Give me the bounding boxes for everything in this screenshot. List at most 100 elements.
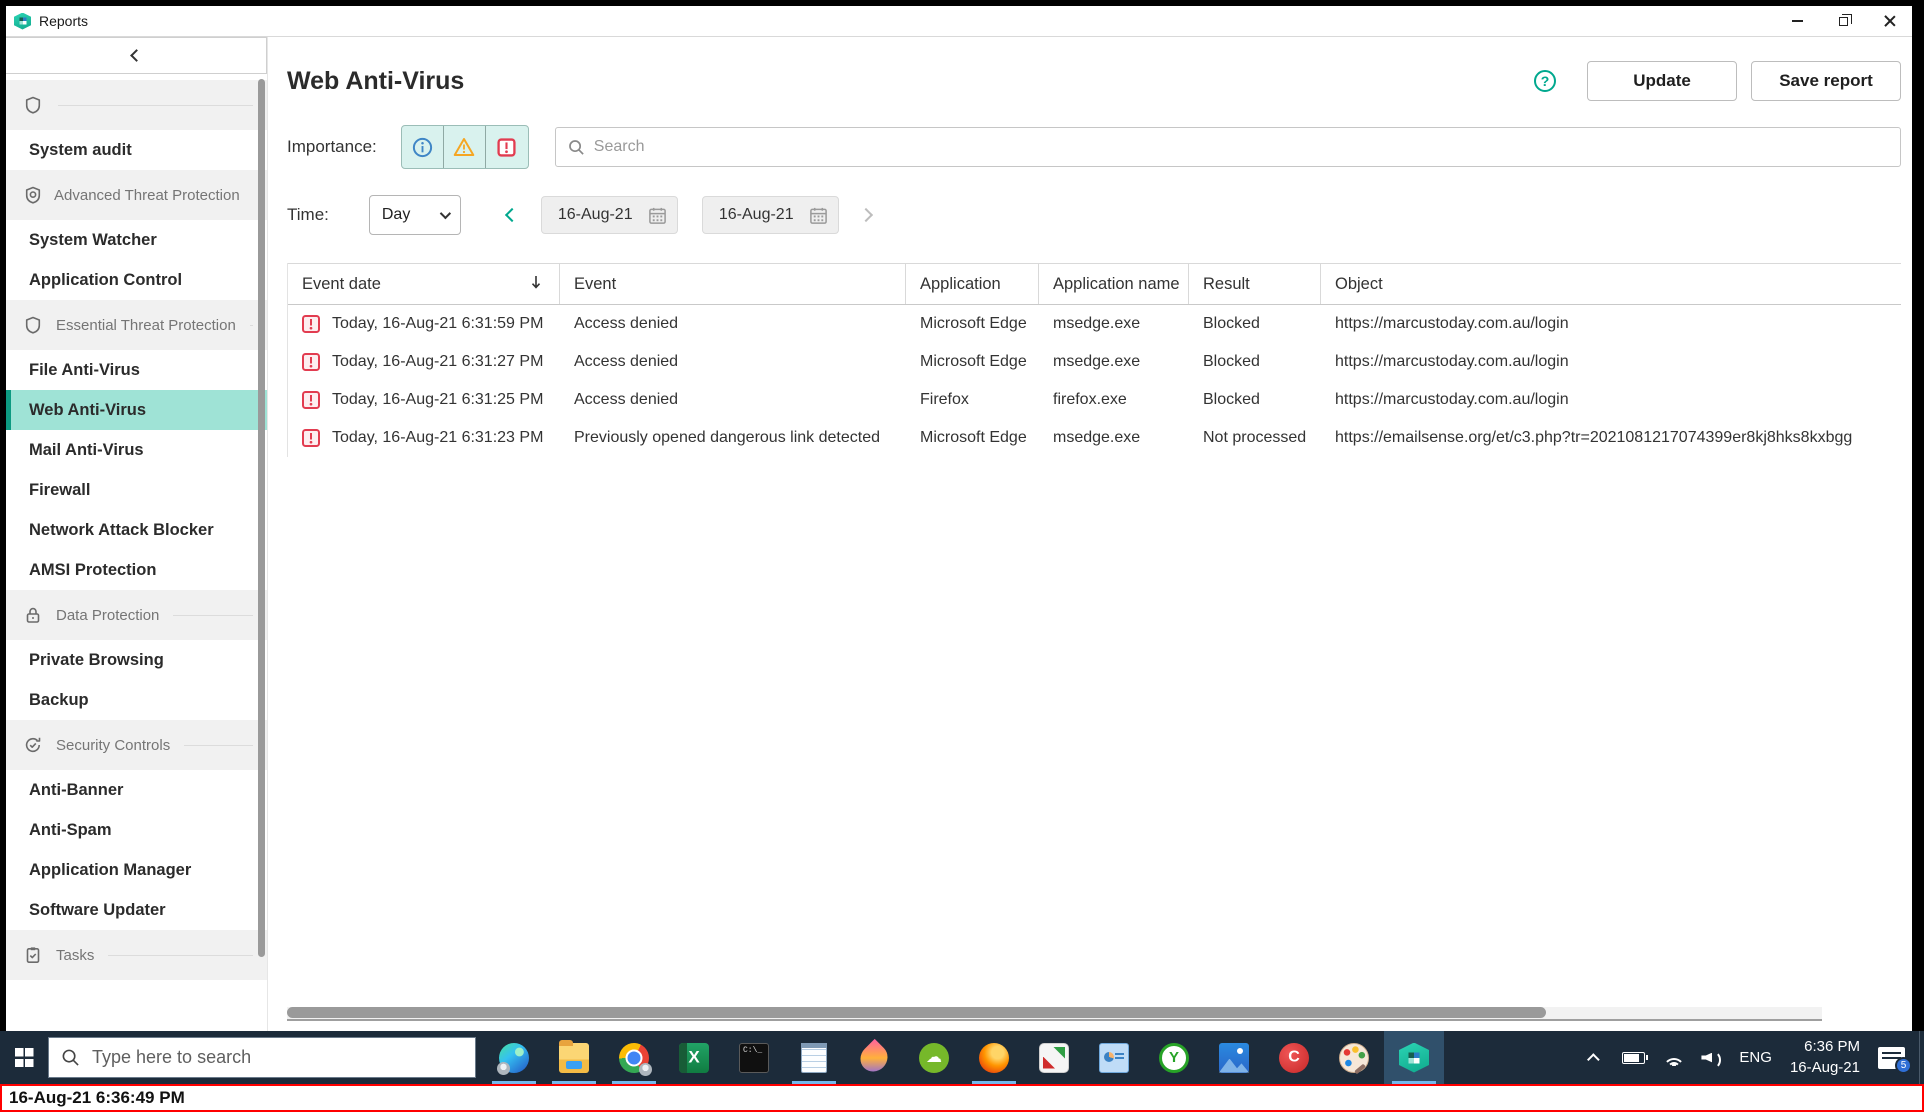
column-header-event-date[interactable]: Event date (288, 264, 560, 304)
cell-event: Access denied (574, 353, 679, 370)
sidebar-item-mail-anti-virus[interactable]: Mail Anti-Virus (6, 430, 267, 470)
column-header-application[interactable]: Application (906, 264, 1039, 304)
cell-object: https://marcustoday.com.au/login (1335, 391, 1569, 408)
critical-event-icon (302, 391, 320, 409)
battery-icon[interactable] (1622, 1051, 1649, 1064)
sidebar-item-software-updater[interactable]: Software Updater (6, 890, 267, 930)
taskbar-app-paint-3d[interactable] (844, 1031, 904, 1084)
cell-result: Not processed (1203, 429, 1307, 446)
date-to-field[interactable]: 16-Aug-21 (701, 196, 839, 234)
taskbar-app-paint[interactable] (1324, 1031, 1384, 1084)
taskbar-app-file-explorer[interactable] (544, 1031, 604, 1084)
help-icon[interactable]: ? (1533, 69, 1557, 93)
table-row[interactable]: Today, 16-Aug-21 6:31:23 PM Previously op… (288, 419, 1901, 457)
horizontal-scrollbar-thumb[interactable] (287, 1007, 1546, 1018)
cell-object: https://marcustoday.com.au/login (1335, 353, 1569, 370)
sidebar-item-network-attack-blocker[interactable]: Network Attack Blocker (6, 510, 267, 550)
column-header-result[interactable]: Result (1189, 264, 1321, 304)
taskbar-app-kaspersky[interactable] (1384, 1031, 1444, 1084)
close-button[interactable] (1866, 6, 1912, 36)
cell-application-name: firefox.exe (1053, 391, 1127, 408)
search-icon (568, 139, 585, 156)
sidebar-item-private-browsing[interactable]: Private Browsing (6, 640, 267, 680)
sidebar-scrollbar[interactable] (258, 79, 265, 957)
sidebar-item-file-anti-virus[interactable]: File Anti-Virus (6, 350, 267, 390)
sidebar-item-label: Application Control (29, 270, 183, 289)
taskbar-app-faststone[interactable] (1024, 1031, 1084, 1084)
tray-clock[interactable]: 6:36 PM 16-Aug-21 (1790, 1037, 1860, 1078)
importance-critical-button[interactable] (486, 126, 528, 168)
critical-icon (497, 137, 516, 157)
time-period-select[interactable]: Day (368, 195, 461, 235)
taskbar-app-firefox[interactable] (964, 1031, 1024, 1084)
tray-date: 16-Aug-21 (1789, 1058, 1860, 1076)
previous-period-button[interactable] (504, 207, 519, 223)
horizontal-scrollbar-track[interactable] (287, 1007, 1822, 1021)
search-box (554, 127, 1901, 167)
sidebar-item-backup[interactable]: Backup (6, 680, 267, 720)
sidebar-item-system-audit[interactable]: System audit (6, 130, 267, 170)
sidebar-section-tasks: Tasks (6, 930, 267, 980)
chevron-down-icon (439, 207, 451, 220)
sidebar-item-anti-banner[interactable]: Anti-Banner (6, 770, 267, 810)
restore-button[interactable] (1820, 6, 1866, 36)
table-row[interactable]: Today, 16-Aug-21 6:31:59 PM Access denied… (288, 305, 1901, 343)
sidebar-item-label: File Anti-Virus (29, 360, 140, 379)
ccleaner-icon (1279, 1042, 1309, 1073)
sidebar-item-label: AMSI Protection (29, 560, 157, 579)
sidebar-collapse-button[interactable] (6, 37, 267, 74)
table-row[interactable]: Today, 16-Aug-21 6:31:25 PM Access denied… (288, 381, 1901, 419)
page-title: Web Anti-Virus (287, 66, 465, 95)
search-input[interactable] (593, 138, 1888, 156)
column-header-event[interactable]: Event (560, 264, 906, 304)
file-explorer-icon (559, 1039, 589, 1073)
taskbar-app-excel[interactable] (664, 1031, 724, 1084)
date-from-field[interactable]: 16-Aug-21 (540, 196, 678, 234)
importance-warning-button[interactable] (444, 126, 486, 168)
minimize-button[interactable] (1774, 6, 1820, 36)
taskbar-app-backup-cloud[interactable] (904, 1031, 964, 1084)
tray-time: 6:36 PM (1804, 1038, 1860, 1056)
save-report-button[interactable]: Save report (1751, 61, 1901, 101)
treesize-icon (1159, 1042, 1189, 1073)
column-header-application-name[interactable]: Application name (1039, 264, 1189, 304)
column-header-object[interactable]: Object (1321, 264, 1901, 304)
start-button[interactable] (0, 1031, 48, 1084)
sidebar-item-label: Web Anti-Virus (29, 400, 147, 419)
sidebar-item-system-watcher[interactable]: System Watcher (6, 220, 267, 260)
taskbar-app-presentation[interactable] (1084, 1031, 1144, 1084)
critical-event-icon (302, 429, 320, 447)
wifi-icon[interactable] (1663, 1050, 1686, 1066)
sidebar-item-anti-spam[interactable]: Anti-Spam (6, 810, 267, 850)
taskbar-app-terminal[interactable] (724, 1031, 784, 1084)
taskbar-search-input[interactable] (92, 1047, 463, 1068)
importance-information-button[interactable] (402, 126, 444, 168)
shield-badge-icon (24, 185, 42, 205)
cell-application: Microsoft Edge (920, 315, 1027, 332)
sidebar-item-label: Backup (29, 690, 89, 709)
taskbar-app-photos[interactable] (1204, 1031, 1264, 1084)
taskbar-app-ccleaner[interactable] (1264, 1031, 1324, 1084)
notification-center-icon[interactable]: 5 (1878, 1046, 1912, 1074)
taskbar-app-edge[interactable] (484, 1031, 544, 1084)
taskbar-app-notepad[interactable] (784, 1031, 844, 1084)
update-button[interactable]: Update (1587, 61, 1737, 101)
taskbar-app-chrome[interactable] (604, 1031, 664, 1084)
table-header: Event date Event Application Application na… (288, 263, 1901, 305)
language-indicator[interactable]: ENG (1739, 1049, 1772, 1066)
taskbar-app-treesize[interactable] (1144, 1031, 1204, 1084)
terminal-icon (739, 1042, 769, 1073)
table-row[interactable]: Today, 16-Aug-21 6:31:27 PM Access denied… (288, 343, 1901, 381)
show-desktop-button[interactable] (1919, 1031, 1924, 1084)
sidebar-item-firewall[interactable]: Firewall (6, 470, 267, 510)
speaker-icon[interactable] (1701, 1050, 1723, 1069)
importance-filter-group (400, 125, 529, 169)
sidebar-item-application-control[interactable]: Application Control (6, 260, 267, 300)
sidebar-item-application-manager[interactable]: Application Manager (6, 850, 267, 890)
time-label: Time: (287, 205, 329, 224)
sidebar-item-amsi-protection[interactable]: AMSI Protection (6, 550, 267, 590)
tray-chevron-up-icon[interactable] (1587, 1053, 1601, 1066)
next-period-button[interactable] (858, 207, 873, 223)
sidebar-item-web-anti-virus[interactable]: Web Anti-Virus (6, 390, 267, 430)
cell-result: Blocked (1203, 391, 1260, 408)
